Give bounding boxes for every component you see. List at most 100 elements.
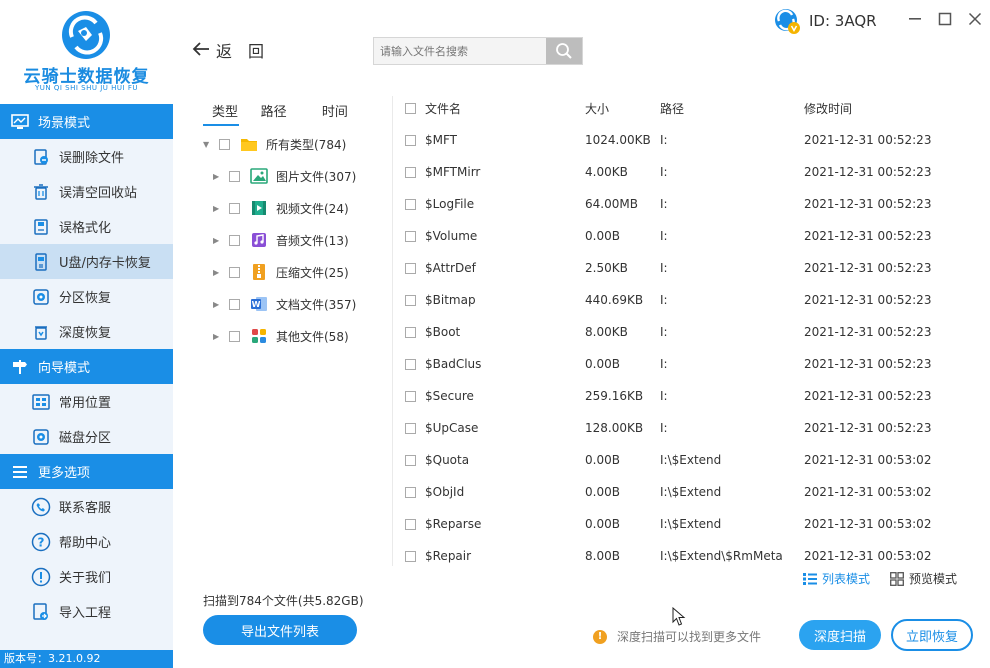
- table-row[interactable]: $LogFile 64.00MB I: 2021-12-31 00:52:23: [393, 188, 990, 220]
- deep-scan-button[interactable]: 深度扫描: [799, 620, 881, 650]
- table-row[interactable]: $AttrDef 2.50KB I: 2021-12-31 00:52:23: [393, 252, 990, 284]
- usb-card-icon: [31, 252, 51, 272]
- checkbox[interactable]: [229, 202, 240, 214]
- nav-item-disk-partition[interactable]: 磁盘分区: [0, 419, 173, 454]
- tree-item-videos[interactable]: ▶ 视频文件(24): [203, 192, 383, 224]
- checkbox[interactable]: [405, 326, 416, 338]
- nav-item-contact-support[interactable]: 联系客服: [0, 489, 173, 524]
- table-row[interactable]: $Bitmap 440.69KB I: 2021-12-31 00:52:23: [393, 284, 990, 316]
- checkbox[interactable]: [405, 486, 416, 498]
- column-header-size[interactable]: 大小: [585, 100, 609, 117]
- table-row[interactable]: $Reparse 0.00B I:\$Extend 2021-12-31 00:53:…: [393, 508, 990, 540]
- nav-item-usb-card-recovery[interactable]: U盘/内存卡恢复: [0, 244, 173, 279]
- checkbox[interactable]: [405, 198, 416, 210]
- tip-text: 深度扫描可以找到更多文件: [617, 630, 762, 644]
- table-row[interactable]: $Repair 8.00B I:\$Extend\$RmMeta 2021-12-31…: [393, 540, 990, 564]
- table-row[interactable]: $Quota 0.00B I:\$Extend 2021-12-31 00:53:02: [393, 444, 990, 476]
- preview-mode-button[interactable]: 预览模式: [890, 570, 957, 587]
- collapse-arrow-icon[interactable]: ▼: [203, 140, 215, 149]
- svg-text:?: ?: [38, 535, 45, 549]
- search-button[interactable]: [546, 38, 582, 64]
- table-row[interactable]: $MFTMirr 4.00KB I: 2021-12-31 00:52:23: [393, 156, 990, 188]
- tree-item-documents[interactable]: ▶ W 文档文件(357): [203, 288, 383, 320]
- checkbox[interactable]: [405, 262, 416, 274]
- column-header-name[interactable]: 文件名: [425, 100, 461, 117]
- maximize-button[interactable]: [930, 8, 960, 30]
- category-tabs: 类型 路径 时间: [203, 96, 383, 126]
- nav-label: 磁盘分区: [59, 431, 112, 446]
- window-controls: [900, 8, 990, 30]
- tree-item-audio[interactable]: ▶ 音频文件(13): [203, 224, 383, 256]
- nav-item-help-center[interactable]: ? 帮助中心: [0, 524, 173, 559]
- checkbox[interactable]: [405, 422, 416, 434]
- table-row[interactable]: $Boot 8.00KB I: 2021-12-31 00:52:23: [393, 316, 990, 348]
- tree-item-all-types[interactable]: ▼ 所有类型(784): [203, 128, 383, 160]
- minimize-button[interactable]: [900, 8, 930, 30]
- svg-text:W: W: [252, 300, 261, 309]
- checkbox[interactable]: [229, 266, 240, 278]
- tree-item-others[interactable]: ▶ 其他文件(58): [203, 320, 383, 352]
- checkbox[interactable]: [405, 358, 416, 370]
- close-button[interactable]: [960, 8, 990, 30]
- file-path: I:: [660, 165, 668, 179]
- checkbox[interactable]: [405, 454, 416, 466]
- nav-item-format[interactable]: 误格式化: [0, 209, 173, 244]
- list-mode-button[interactable]: 列表模式: [803, 570, 870, 587]
- file-modified: 2021-12-31 00:53:02: [804, 453, 932, 467]
- checkbox[interactable]: [229, 298, 240, 310]
- checkbox[interactable]: [405, 230, 416, 242]
- checkbox[interactable]: [405, 518, 416, 530]
- export-file-list-button[interactable]: 导出文件列表: [203, 615, 357, 645]
- tree-item-images[interactable]: ▶ 图片文件(307): [203, 160, 383, 192]
- table-row[interactable]: $UpCase 128.00KB I: 2021-12-31 00:52:23: [393, 412, 990, 444]
- nav-item-about-us[interactable]: 关于我们: [0, 559, 173, 594]
- expand-arrow-icon[interactable]: ▶: [213, 172, 225, 181]
- checkbox[interactable]: [405, 550, 416, 562]
- checkbox[interactable]: [229, 234, 240, 246]
- back-button[interactable]: 返 回: [192, 38, 264, 62]
- arrow-left-icon: [192, 40, 210, 60]
- search-input[interactable]: [374, 38, 547, 64]
- nav-item-recycle-bin[interactable]: 误清空回收站: [0, 174, 173, 209]
- nav-item-common-locations[interactable]: 常用位置: [0, 384, 173, 419]
- file-modified: 2021-12-31 00:52:23: [804, 229, 932, 243]
- file-modified: 2021-12-31 00:52:23: [804, 165, 932, 179]
- table-row[interactable]: $Volume 0.00B I: 2021-12-31 00:52:23: [393, 220, 990, 252]
- checkbox[interactable]: [405, 166, 416, 178]
- recover-now-button[interactable]: 立即恢复: [891, 619, 973, 651]
- tab-type[interactable]: 类型: [203, 96, 239, 126]
- tab-path[interactable]: 路径: [261, 96, 322, 126]
- expand-arrow-icon[interactable]: ▶: [213, 204, 225, 213]
- checkbox[interactable]: [219, 138, 230, 150]
- table-row[interactable]: $ObjId 0.00B I:\$Extend 2021-12-31 00:53:02: [393, 476, 990, 508]
- nav-label: 深度恢复: [59, 326, 112, 341]
- file-size: 8.00B: [585, 549, 620, 563]
- nav-item-deleted-files[interactable]: 误删除文件: [0, 139, 173, 174]
- checkbox[interactable]: [229, 330, 240, 342]
- tree-item-archives[interactable]: ▶ 压缩文件(25): [203, 256, 383, 288]
- expand-arrow-icon[interactable]: ▶: [213, 332, 225, 341]
- section-title: 更多选项: [38, 466, 91, 481]
- column-header-modified[interactable]: 修改时间: [804, 100, 852, 117]
- file-path: I:: [660, 293, 668, 307]
- tab-time[interactable]: 时间: [322, 96, 383, 126]
- checkbox[interactable]: [229, 170, 240, 182]
- table-row[interactable]: $Secure 259.16KB I: 2021-12-31 00:52:23: [393, 380, 990, 412]
- category-tree: ▼ 所有类型(784) ▶ 图片文件(307) ▶ 视频文件(24) ▶ 音频文…: [203, 128, 383, 352]
- nav-item-deep-recovery[interactable]: 深度恢复: [0, 314, 173, 349]
- nav-item-partition-recovery[interactable]: 分区恢复: [0, 279, 173, 314]
- column-header-path[interactable]: 路径: [660, 100, 684, 117]
- expand-arrow-icon[interactable]: ▶: [213, 236, 225, 245]
- checkbox[interactable]: [405, 134, 416, 146]
- expand-arrow-icon[interactable]: ▶: [213, 300, 225, 309]
- nav-label: 分区恢复: [59, 291, 112, 306]
- select-all-checkbox[interactable]: [405, 102, 416, 114]
- expand-arrow-icon[interactable]: ▶: [213, 268, 225, 277]
- checkbox[interactable]: [405, 294, 416, 306]
- table-row[interactable]: $MFT 1024.00KB I: 2021-12-31 00:52:23: [393, 124, 990, 156]
- table-row[interactable]: $BadClus 0.00B I: 2021-12-31 00:52:23: [393, 348, 990, 380]
- tree-label: 音频文件(13): [276, 233, 349, 248]
- checkbox[interactable]: [405, 390, 416, 402]
- file-list: 文件名 大小 路径 修改时间 $MFT 1024.00KB I: 2021-12-31…: [393, 92, 990, 564]
- nav-item-import-project[interactable]: 导入工程: [0, 594, 173, 629]
